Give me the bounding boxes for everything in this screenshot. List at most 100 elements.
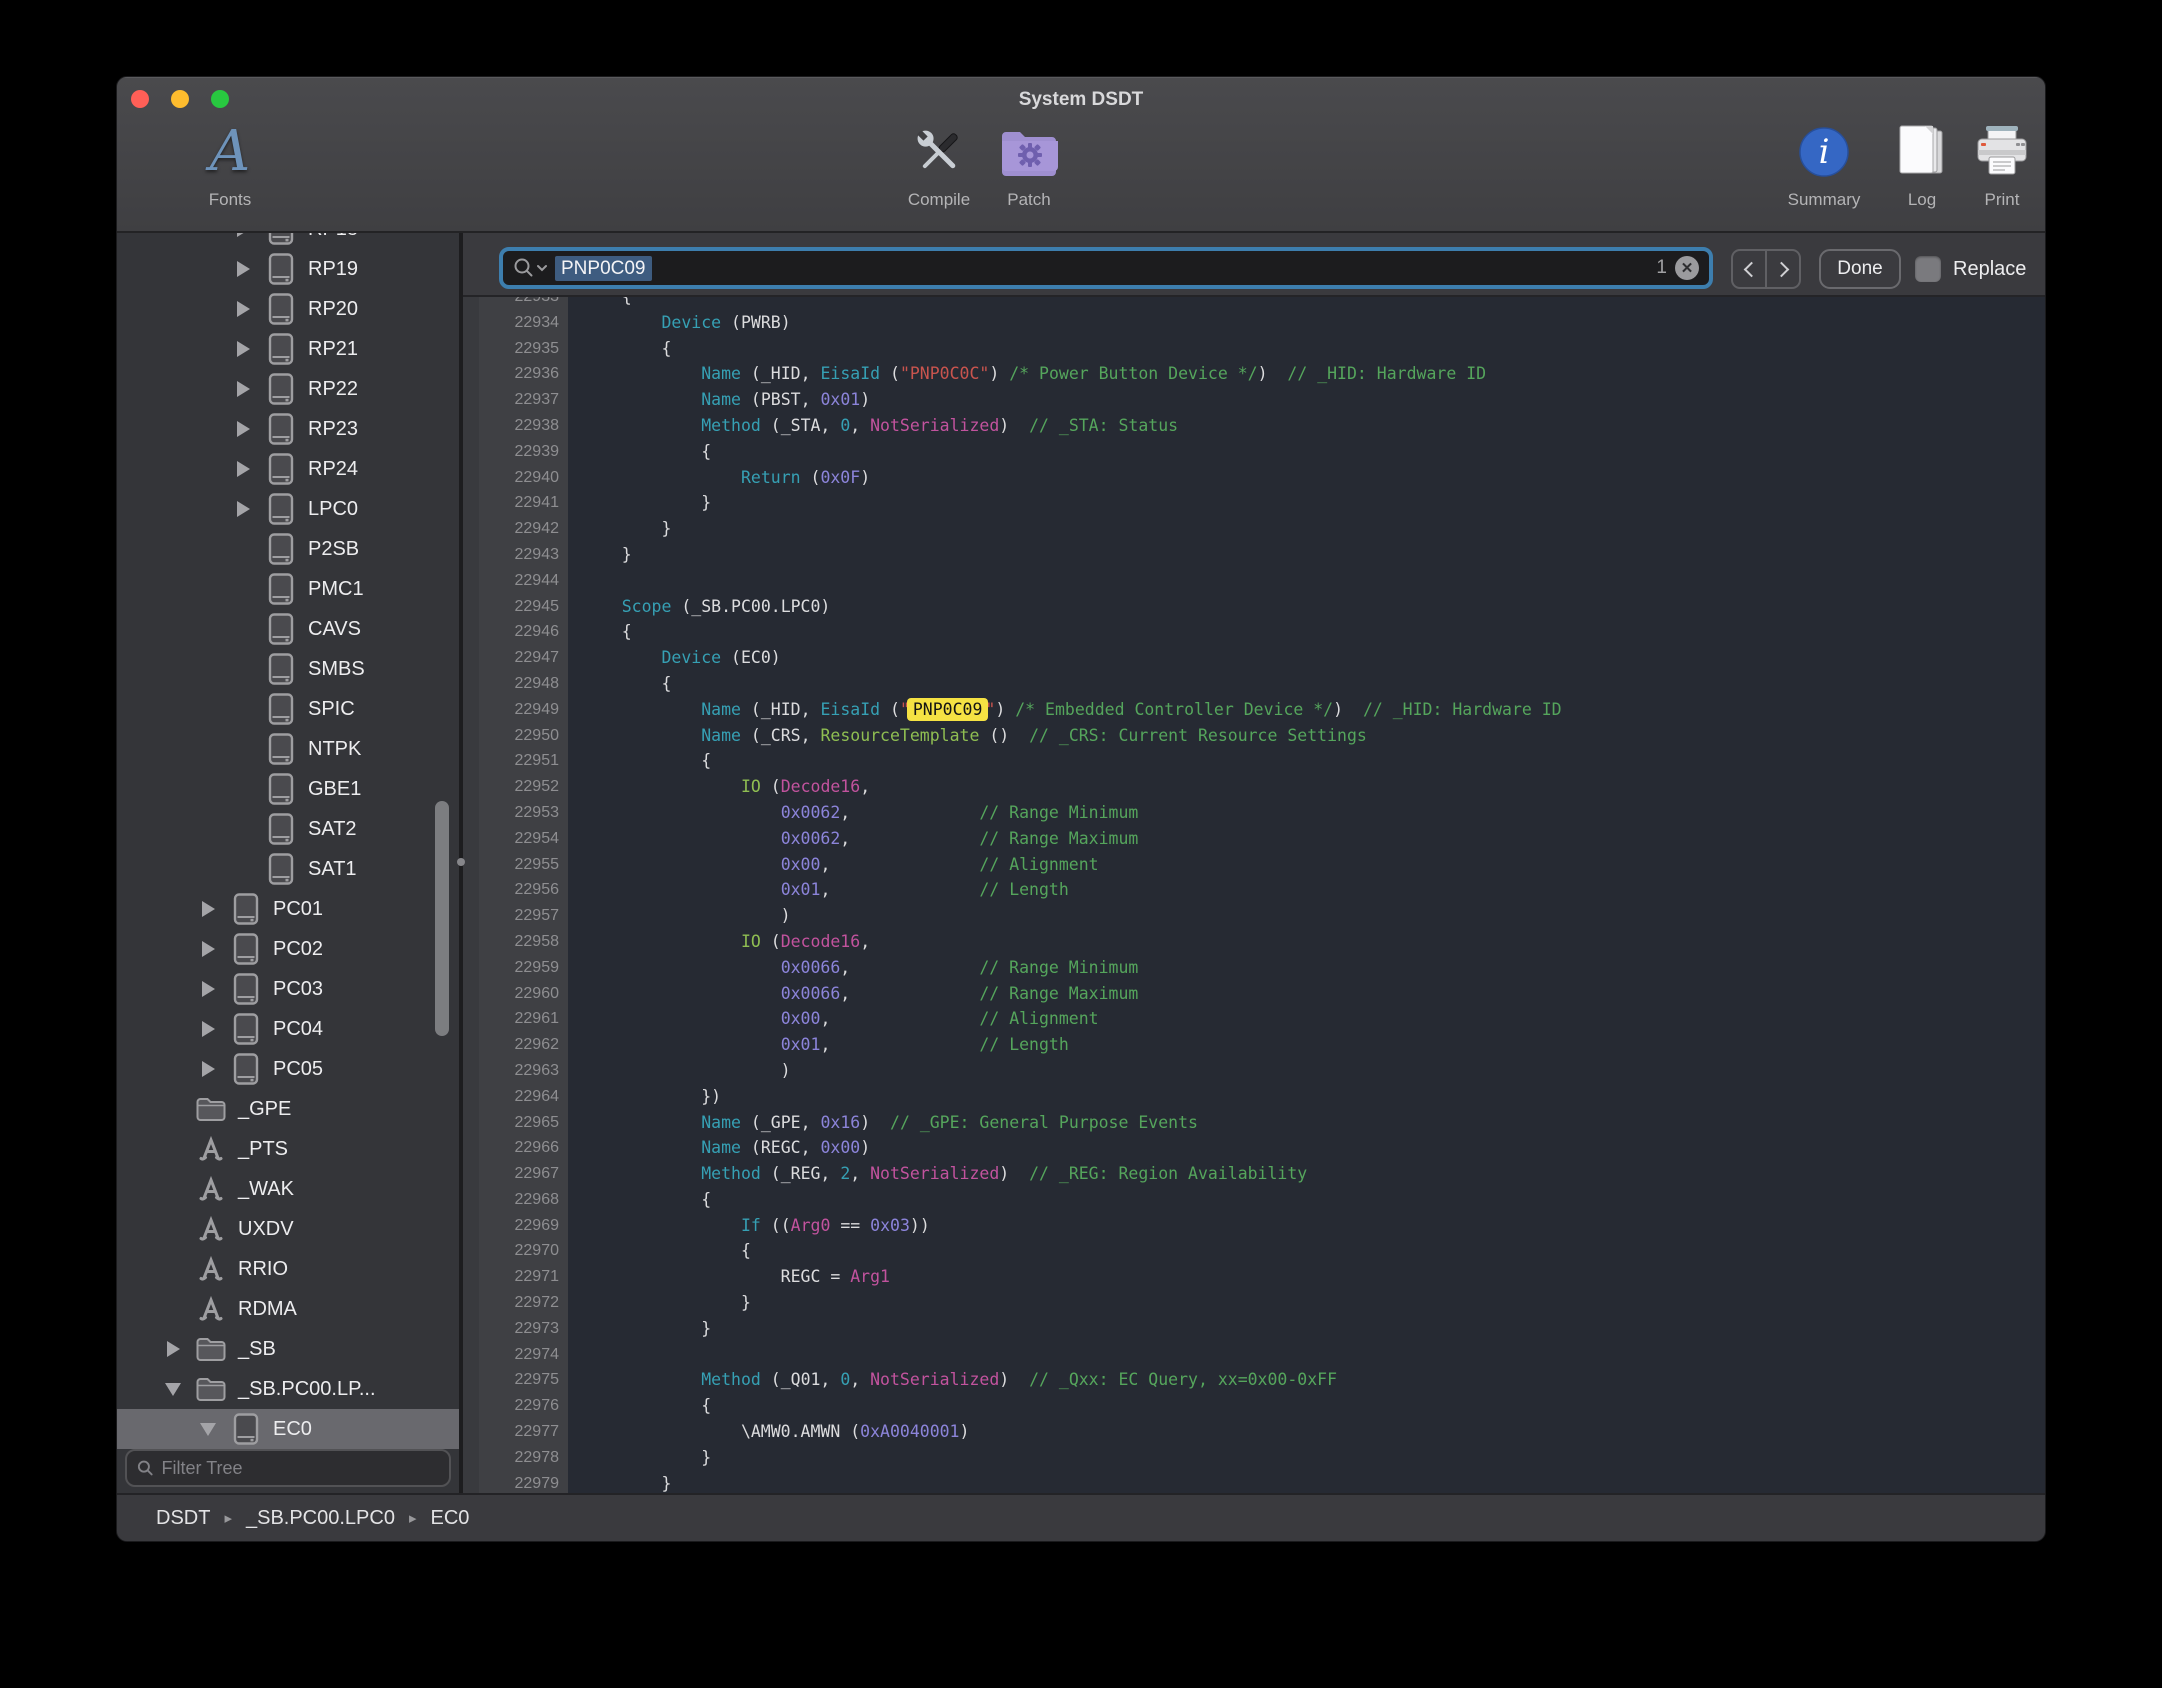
tree-item-PC03[interactable]: PC03 (117, 969, 459, 1009)
disclosure-right-icon[interactable] (193, 901, 223, 917)
code-line[interactable]: 22967 Method (_REG, 2, NotSerialized) //… (479, 1161, 2045, 1187)
tree-item-P2SB[interactable]: P2SB (117, 529, 459, 569)
tree-item-_PTS[interactable]: _PTS (117, 1129, 459, 1169)
code-line[interactable]: 22943 } (479, 542, 2045, 568)
tree-item-RP19[interactable]: RP19 (117, 249, 459, 289)
clear-search-icon[interactable]: ✕ (1675, 256, 1699, 280)
find-next-button[interactable] (1765, 251, 1799, 287)
disclosure-down-icon[interactable] (158, 1383, 188, 1396)
tree-item-SAT1[interactable]: SAT1 (117, 849, 459, 889)
code-line[interactable]: 22941 } (479, 490, 2045, 516)
tree-item-RP20[interactable]: RP20 (117, 289, 459, 329)
code-line[interactable]: 22957 ) (479, 903, 2045, 929)
tree-item-LPC0[interactable]: LPC0 (117, 489, 459, 529)
code-line[interactable]: 22974 (479, 1342, 2045, 1368)
tree-item-_GPE[interactable]: _GPE (117, 1089, 459, 1129)
code-line[interactable]: 22954 0x0062, // Range Maximum (479, 826, 2045, 852)
code-line[interactable]: 22940 Return (0x0F) (479, 465, 2045, 491)
code-line[interactable]: 22970 { (479, 1238, 2045, 1264)
find-input[interactable]: PNP0C09 1 ✕ (499, 247, 1713, 289)
tree-item-PMC1[interactable]: PMC1 (117, 569, 459, 609)
fonts-button[interactable]: A Fonts (160, 121, 300, 208)
tree-item-PC05[interactable]: PC05 (117, 1049, 459, 1089)
tree-item-RDMA[interactable]: RDMA (117, 1289, 459, 1329)
tree-item-RP23[interactable]: RP23 (117, 409, 459, 449)
tree-item-_WAK[interactable]: _WAK (117, 1169, 459, 1209)
code-line[interactable]: 22978 } (479, 1445, 2045, 1471)
code-line[interactable]: 22968 { (479, 1187, 2045, 1213)
disclosure-right-icon[interactable] (228, 341, 258, 357)
code-line[interactable]: 22936 Name (_HID, EisaId ("PNP0C0C") /* … (479, 361, 2045, 387)
sidebar-scrollbar-thumb[interactable] (435, 801, 449, 1036)
disclosure-right-icon[interactable] (193, 941, 223, 957)
disclosure-right-icon[interactable] (193, 1021, 223, 1037)
tree-item-PC02[interactable]: PC02 (117, 929, 459, 969)
tree-item-NTPK[interactable]: NTPK (117, 729, 459, 769)
disclosure-right-icon[interactable] (193, 981, 223, 997)
breadcrumb-item-EC0[interactable]: EC0 (431, 1507, 470, 1530)
disclosure-right-icon[interactable] (158, 1341, 188, 1357)
code-line[interactable]: 22971 REGC = Arg1 (479, 1264, 2045, 1290)
done-button[interactable]: Done (1819, 249, 1901, 289)
code-line[interactable]: 22977 \AMW0.AMWN (0xA0040001) (479, 1419, 2045, 1445)
tree-item-UXDV[interactable]: UXDV (117, 1209, 459, 1249)
tree-item-RP22[interactable]: RP22 (117, 369, 459, 409)
code-line[interactable]: 22955 0x00, // Alignment (479, 852, 2045, 878)
code-line[interactable]: 22962 0x01, // Length (479, 1032, 2045, 1058)
tree-item-PC01[interactable]: PC01 (117, 889, 459, 929)
breadcrumb-item-DSDT[interactable]: DSDT (156, 1507, 210, 1530)
disclosure-right-icon[interactable] (228, 421, 258, 437)
code-line[interactable]: 22963 ) (479, 1058, 2045, 1084)
code-line[interactable]: 22976 { (479, 1393, 2045, 1419)
code-line[interactable]: 22952 IO (Decode16, (479, 774, 2045, 800)
print-button[interactable]: Print (1932, 121, 2046, 208)
code-line[interactable]: 22938 Method (_STA, 0, NotSerialized) //… (479, 413, 2045, 439)
replace-checkbox[interactable] (1915, 256, 1941, 282)
code-line[interactable]: 22942 } (479, 516, 2045, 542)
find-previous-button[interactable] (1733, 251, 1765, 287)
code-line[interactable]: 22945 Scope (_SB.PC00.LPC0) (479, 594, 2045, 620)
patch-button[interactable]: Patch (959, 121, 1099, 208)
code-line[interactable]: 22933 { (479, 297, 2045, 310)
code-line[interactable]: 22947 Device (EC0) (479, 645, 2045, 671)
code-line[interactable]: 22961 0x00, // Alignment (479, 1006, 2045, 1032)
code-line[interactable]: 22948 { (479, 671, 2045, 697)
disclosure-right-icon[interactable] (228, 461, 258, 477)
code-line[interactable]: 22953 0x0062, // Range Minimum (479, 800, 2045, 826)
tree-item-_SB-PC00-LP-[interactable]: _SB.PC00.LP... (117, 1369, 459, 1409)
code-line[interactable]: 22939 { (479, 439, 2045, 465)
filter-tree-input[interactable] (162, 1458, 439, 1479)
tree-item-CAVS[interactable]: CAVS (117, 609, 459, 649)
tree-item-RP24[interactable]: RP24 (117, 449, 459, 489)
tree-item-RRIO[interactable]: RRIO (117, 1249, 459, 1289)
code-line[interactable]: 22965 Name (_GPE, 0x16) // _GPE: General… (479, 1110, 2045, 1136)
disclosure-down-icon[interactable] (193, 1423, 223, 1436)
code-line[interactable]: 22975 Method (_Q01, 0, NotSerialized) //… (479, 1367, 2045, 1393)
disclosure-right-icon[interactable] (228, 501, 258, 517)
search-menu-icon[interactable] (513, 257, 547, 279)
tree-item-SPIC[interactable]: SPIC (117, 689, 459, 729)
disclosure-right-icon[interactable] (193, 1061, 223, 1077)
tree-item-EC0[interactable]: EC0 (117, 1409, 459, 1449)
code-line[interactable]: 22979 } (479, 1471, 2045, 1493)
disclosure-right-icon[interactable] (228, 233, 258, 237)
code-line[interactable]: 22964 }) (479, 1084, 2045, 1110)
filter-tree-field[interactable] (125, 1449, 451, 1487)
code-line[interactable]: 22958 IO (Decode16, (479, 929, 2045, 955)
code-line[interactable]: 22972 } (479, 1290, 2045, 1316)
tree-item-GBE1[interactable]: GBE1 (117, 769, 459, 809)
code-line[interactable]: 22951 { (479, 748, 2045, 774)
breadcrumb-item-_SB-PC00-LPC0[interactable]: _SB.PC00.LPC0 (246, 1507, 395, 1530)
code-line[interactable]: 22944 (479, 568, 2045, 594)
code-line[interactable]: 22973 } (479, 1316, 2045, 1342)
code-line[interactable]: 22960 0x0066, // Range Maximum (479, 981, 2045, 1007)
code-line[interactable]: 22950 Name (_CRS, ResourceTemplate () //… (479, 723, 2045, 749)
code-editor[interactable]: 22933 {22934 Device (PWRB)22935 {22936 N… (463, 297, 2045, 1493)
disclosure-right-icon[interactable] (228, 301, 258, 317)
disclosure-right-icon[interactable] (228, 261, 258, 277)
code-line[interactable]: 22946 { (479, 619, 2045, 645)
tree-item-SMBS[interactable]: SMBS (117, 649, 459, 689)
tree-item-RP21[interactable]: RP21 (117, 329, 459, 369)
code-line[interactable]: 22956 0x01, // Length (479, 877, 2045, 903)
code-line[interactable]: 22966 Name (REGC, 0x00) (479, 1135, 2045, 1161)
